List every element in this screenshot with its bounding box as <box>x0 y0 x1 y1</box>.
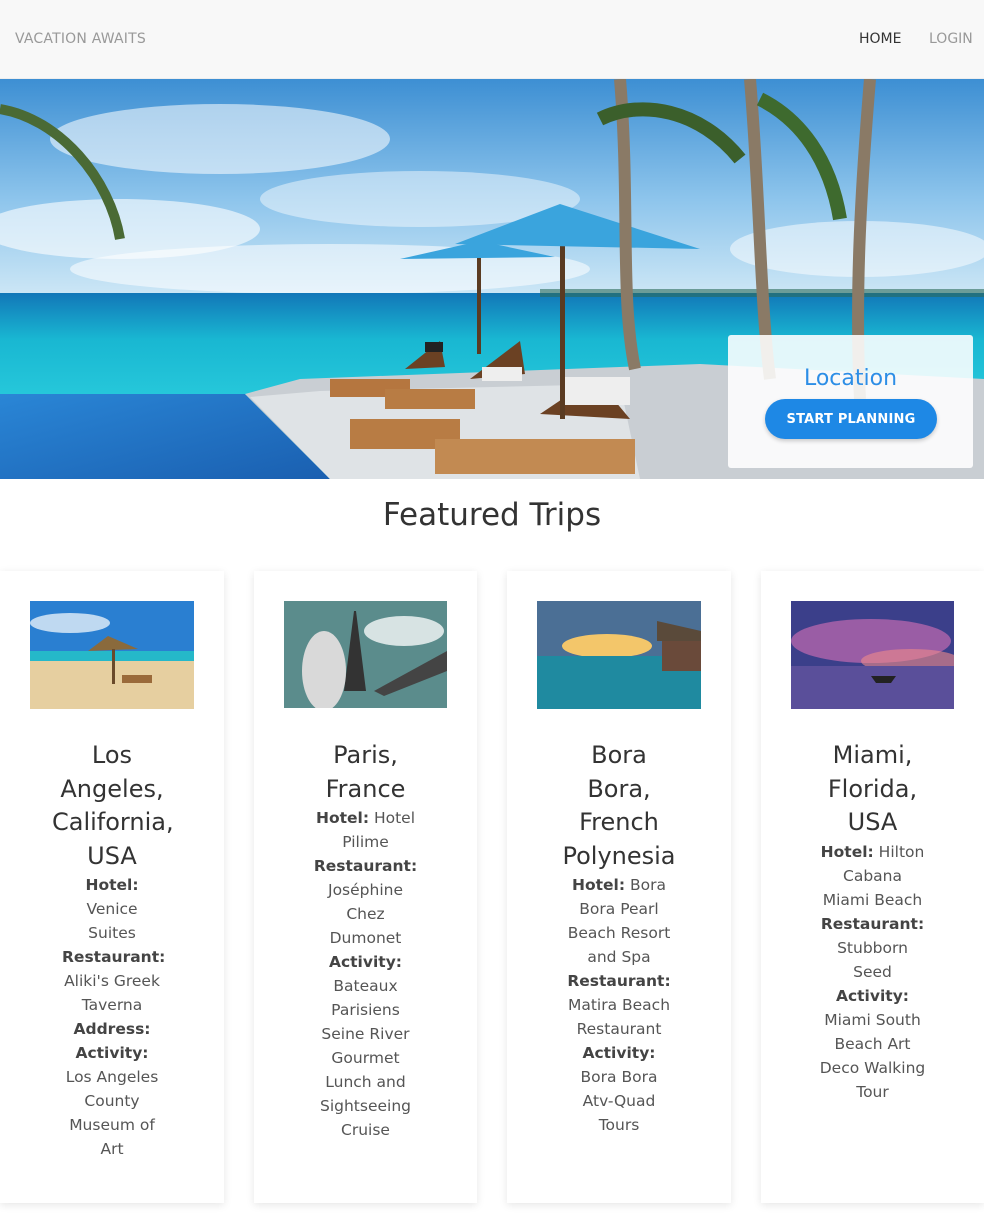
trip-image-miami <box>791 601 954 709</box>
trip-details: Hotel: Venice Suites Restaurant: Aliki's… <box>62 876 166 1158</box>
trip-card: Miami, Florida, USA Hotel: Hilton Cabana… <box>761 571 984 1203</box>
featured-trips-title: Featured Trips <box>382 497 602 533</box>
trip-image-bora-bora <box>537 601 701 709</box>
cta-panel: Location START PLANNING <box>728 335 973 468</box>
trip-details: Hotel: Bora Bora Pearl Beach Resort and … <box>567 876 671 1134</box>
trip-card: Los Angeles, California, USA Hotel: Veni… <box>0 571 224 1203</box>
location-label: Location <box>803 366 898 391</box>
trip-title: Bora Bora, French Polynesia <box>562 741 676 870</box>
start-planning-button[interactable]: START PLANNING <box>765 399 937 439</box>
trip-details: Hotel: Hotel Pilime Restaurant: Joséphin… <box>313 809 418 1139</box>
nav-home-link[interactable]: HOME <box>859 31 901 47</box>
nav-login-link[interactable]: LOGIN <box>929 31 973 47</box>
trip-image-los-angeles <box>30 601 194 709</box>
trip-title: Miami, Florida, USA <box>827 741 918 836</box>
hero-banner: Location START PLANNING <box>0 79 984 479</box>
navbar: VACATION AWAITS HOME LOGIN <box>0 0 984 79</box>
trip-details: Hotel: Hilton Cabana Miami Beach Restaur… <box>819 842 926 1101</box>
trip-image-paris <box>284 601 447 708</box>
brand-link[interactable]: VACATION AWAITS <box>15 31 146 47</box>
trip-title: Paris, France <box>325 741 406 803</box>
trip-title: Los Angeles, California, USA <box>52 741 174 870</box>
trip-card: Paris, France Hotel: Hotel Pilime Restau… <box>254 571 477 1203</box>
trip-card: Bora Bora, French Polynesia Hotel: Bora … <box>507 571 731 1203</box>
